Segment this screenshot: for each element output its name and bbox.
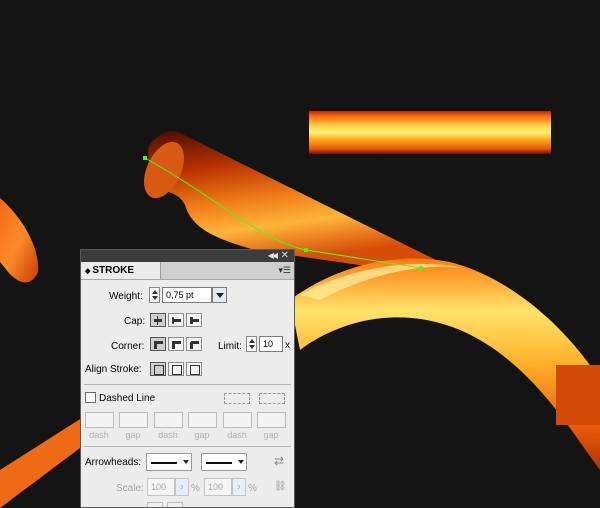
limit-unit: x bbox=[285, 340, 290, 351]
end-arrowhead-select[interactable] bbox=[201, 453, 247, 471]
round-join-icon[interactable] bbox=[168, 337, 184, 351]
round-cap-icon[interactable] bbox=[168, 313, 184, 327]
scale-start-field[interactable]: 100 bbox=[147, 478, 175, 496]
scale-end-unit: % bbox=[248, 483, 257, 494]
dash-field-2[interactable] bbox=[154, 412, 183, 428]
align-arrow-icon[interactable] bbox=[147, 502, 163, 507]
limit-stepper[interactable] bbox=[246, 336, 257, 352]
projecting-cap-icon[interactable] bbox=[186, 313, 202, 327]
gap-label-3: gap bbox=[263, 430, 279, 440]
align-stroke-label: Align Stroke: bbox=[85, 364, 142, 375]
butt-cap-icon[interactable] bbox=[150, 313, 166, 327]
weight-stepper[interactable] bbox=[149, 287, 160, 303]
gap-field-2[interactable] bbox=[188, 412, 217, 428]
align-inside-icon[interactable] bbox=[168, 362, 184, 376]
panel-tab-row: ◆ STROKE ▾☰ bbox=[81, 262, 294, 280]
gradient-bar bbox=[309, 111, 551, 154]
divider bbox=[84, 446, 291, 447]
align-dash-icon[interactable] bbox=[259, 393, 285, 404]
link-scale-icon[interactable]: ⛓ bbox=[274, 481, 287, 492]
anchor-point bbox=[143, 156, 147, 160]
bevel-join-icon[interactable] bbox=[186, 337, 202, 351]
dash-label-1: dash bbox=[89, 430, 109, 440]
divider bbox=[84, 384, 291, 385]
dash-field-3[interactable] bbox=[223, 412, 252, 428]
swap-arrows-icon[interactable]: ⇄ bbox=[274, 454, 284, 468]
align-center-icon[interactable] bbox=[150, 362, 166, 376]
preserve-dash-icon[interactable] bbox=[224, 393, 250, 404]
weight-label: Weight: bbox=[109, 291, 143, 302]
align-outside-icon[interactable] bbox=[186, 362, 202, 376]
dashed-line-checkbox[interactable] bbox=[85, 392, 96, 403]
anchor-point bbox=[304, 248, 308, 252]
miter-join-icon[interactable] bbox=[150, 337, 166, 351]
dashed-line-label: Dashed Line bbox=[99, 393, 156, 404]
gap-field-3[interactable] bbox=[257, 412, 286, 428]
curve-side-face bbox=[556, 365, 600, 425]
tab-arrows-icon: ◆ bbox=[85, 268, 91, 275]
limit-field[interactable]: 10 bbox=[259, 336, 283, 352]
corner-label: Corner: bbox=[111, 341, 145, 352]
double-chevron-left-icon[interactable]: ◀◀ bbox=[268, 251, 278, 260]
left-orange-shape bbox=[0, 198, 39, 283]
tab-stroke[interactable]: ◆ STROKE bbox=[81, 262, 161, 279]
align-arrow-2-icon[interactable] bbox=[167, 502, 183, 507]
cap-label: Cap: bbox=[124, 316, 146, 327]
arrowheads-label: Arrowheads: bbox=[85, 457, 142, 468]
tab-stroke-label: STROKE bbox=[92, 265, 135, 276]
scale-end-stepper[interactable]: › bbox=[232, 478, 246, 496]
panel-menu-icon[interactable]: ▾☰ bbox=[278, 265, 291, 276]
start-arrowhead-select[interactable] bbox=[146, 453, 192, 471]
weight-dropdown[interactable] bbox=[212, 287, 227, 303]
gap-field-1[interactable] bbox=[119, 412, 148, 428]
scale-start-stepper[interactable]: › bbox=[175, 478, 189, 496]
gap-label-2: gap bbox=[194, 430, 210, 440]
scale-label: Scale: bbox=[116, 483, 144, 494]
anchor-point bbox=[419, 266, 423, 270]
dash-label-3: dash bbox=[227, 430, 247, 440]
gap-label-1: gap bbox=[125, 430, 141, 440]
weight-field[interactable]: 0,75 pt bbox=[162, 287, 212, 303]
stroke-panel: ◀◀ ✕ ◆ STROKE ▾☰ Weight: 0,75 pt Cap: Cor… bbox=[80, 249, 295, 508]
dash-field-1[interactable] bbox=[85, 412, 114, 428]
panel-titlebar[interactable]: ◀◀ ✕ bbox=[81, 250, 294, 262]
dash-label-2: dash bbox=[158, 430, 178, 440]
scale-start-unit: % bbox=[191, 483, 200, 494]
limit-label: Limit: bbox=[218, 341, 242, 352]
close-icon[interactable]: ✕ bbox=[281, 250, 289, 261]
scale-end-field[interactable]: 100 bbox=[204, 478, 232, 496]
